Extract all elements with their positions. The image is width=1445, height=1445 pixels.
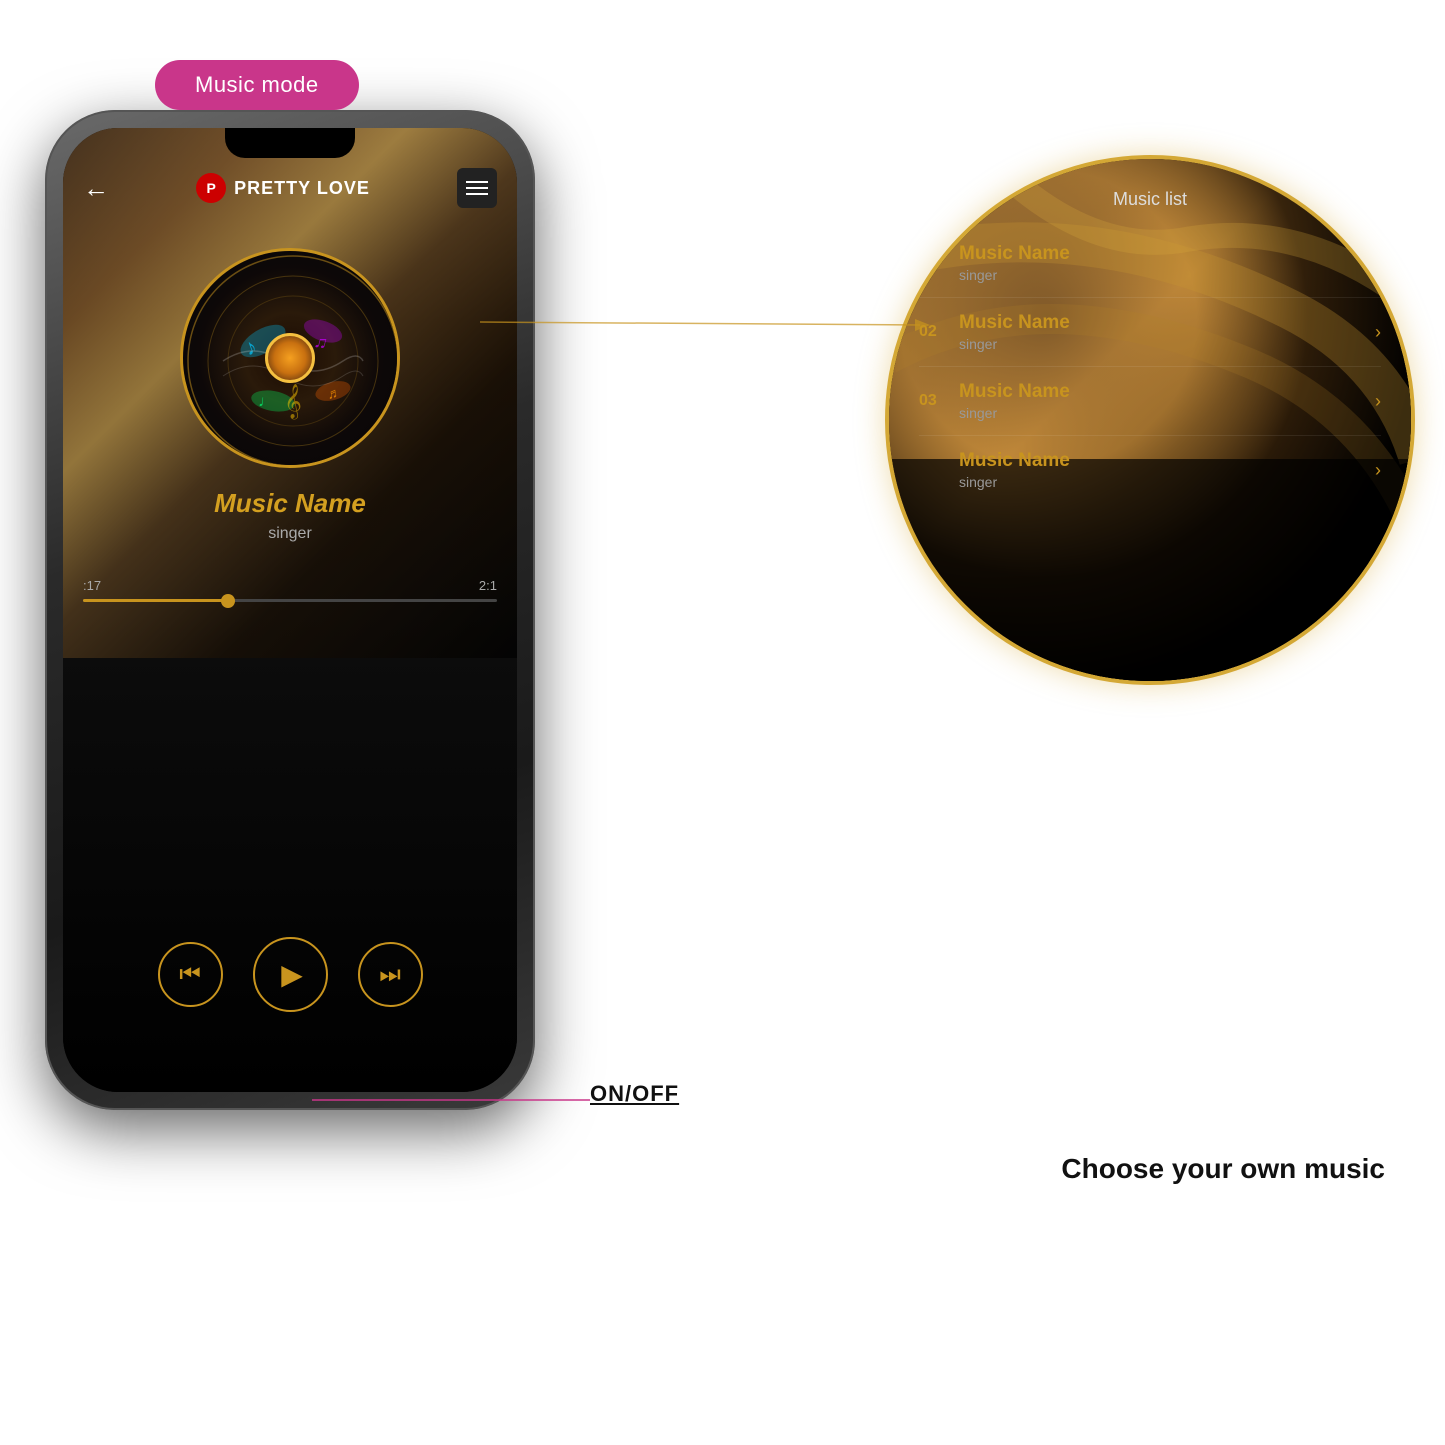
time-current: :17 [83, 578, 101, 593]
item-num-2: 02 [919, 323, 949, 341]
time-total: 2:1 [479, 578, 497, 593]
chevron-icon-3: › [1375, 391, 1381, 412]
badge-label: Music mode [195, 72, 319, 97]
music-list: 01 Music Name singer › 02 Music Name sin… [919, 229, 1381, 504]
item-singer-4: singer [959, 474, 1375, 490]
choose-text: Choose your own music [1061, 1153, 1385, 1184]
logo-icon: P [196, 173, 226, 203]
item-name-3: Music Name [959, 381, 1375, 403]
progress-times: :17 2:1 [83, 578, 497, 593]
circle-bg: Music list 01 Music Name singer › 02 Mus… [889, 159, 1411, 681]
progress-fill [83, 599, 228, 602]
svg-text:♩: ♩ [258, 393, 275, 411]
item-info-2: Music Name singer [959, 312, 1375, 352]
back-arrow-icon[interactable]: ← [83, 173, 109, 204]
list-item[interactable]: 01 Music Name singer › [919, 229, 1381, 298]
menu-line-1 [466, 181, 488, 183]
progress-area: :17 2:1 [83, 578, 497, 602]
screen-header: ← P PRETTY LOVE [63, 168, 517, 208]
chevron-icon-2: › [1375, 322, 1381, 343]
item-name-4: Music Name [959, 450, 1375, 472]
logo-text: PRETTY LOVE [234, 178, 370, 199]
list-item[interactable]: Music Name singer › [919, 436, 1381, 504]
play-button[interactable]: ▶ [253, 937, 328, 1012]
progress-thumb[interactable] [221, 594, 235, 608]
onoff-area: ON/OFF [590, 1081, 679, 1107]
track-singer: singer [63, 525, 517, 543]
phone-outer: ← P PRETTY LOVE [45, 110, 535, 1110]
forward-icon: ⏭ [379, 961, 401, 989]
item-info-3: Music Name singer [959, 381, 1375, 421]
item-singer-1: singer [959, 267, 1375, 283]
forward-button[interactable]: ⏭ [358, 942, 423, 1007]
play-icon: ▶ [281, 958, 303, 991]
menu-button[interactable] [457, 168, 497, 208]
menu-line-3 [466, 193, 488, 195]
choose-text-area: Choose your own music [1061, 1153, 1385, 1185]
rewind-button[interactable]: ⏮ [158, 942, 223, 1007]
item-num-1: 01 [919, 254, 949, 272]
item-name-2: Music Name [959, 312, 1375, 334]
phone-notch [225, 128, 355, 158]
logo-area: P PRETTY LOVE [196, 173, 370, 203]
chevron-icon-1: › [1375, 253, 1381, 274]
album-inner: ♪ ♫ ♩ ♬ 𝄞 [183, 251, 397, 465]
track-info: Music Name singer [63, 488, 517, 543]
item-num-3: 03 [919, 392, 949, 410]
list-item[interactable]: 03 Music Name singer › [919, 367, 1381, 436]
music-list-label: Music list [889, 189, 1411, 210]
list-item[interactable]: 02 Music Name singer › [919, 298, 1381, 367]
playback-controls: ⏮ ▶ ⏭ [63, 937, 517, 1012]
svg-text:𝄞: 𝄞 [284, 384, 302, 420]
screen: ← P PRETTY LOVE [63, 128, 517, 1092]
onoff-label: ON/OFF [590, 1081, 679, 1107]
phone-mockup: ← P PRETTY LOVE [45, 110, 535, 1110]
item-name-1: Music Name [959, 243, 1375, 265]
music-mode-badge: Music mode [155, 60, 359, 110]
album-art: ♪ ♫ ♩ ♬ 𝄞 [180, 248, 400, 468]
item-singer-2: singer [959, 336, 1375, 352]
item-singer-3: singer [959, 405, 1375, 421]
music-list-popup: Music list 01 Music Name singer › 02 Mus… [885, 155, 1415, 685]
item-info-1: Music Name singer [959, 243, 1375, 283]
svg-text:♬: ♬ [326, 384, 343, 402]
menu-line-2 [466, 187, 488, 189]
track-name: Music Name [63, 488, 517, 519]
item-info-4: Music Name singer [959, 450, 1375, 490]
rewind-icon: ⏮ [179, 961, 201, 989]
chevron-icon-4: › [1375, 460, 1381, 481]
phone-inner: ← P PRETTY LOVE [63, 128, 517, 1092]
album-center [265, 333, 315, 383]
progress-track[interactable] [83, 599, 497, 602]
